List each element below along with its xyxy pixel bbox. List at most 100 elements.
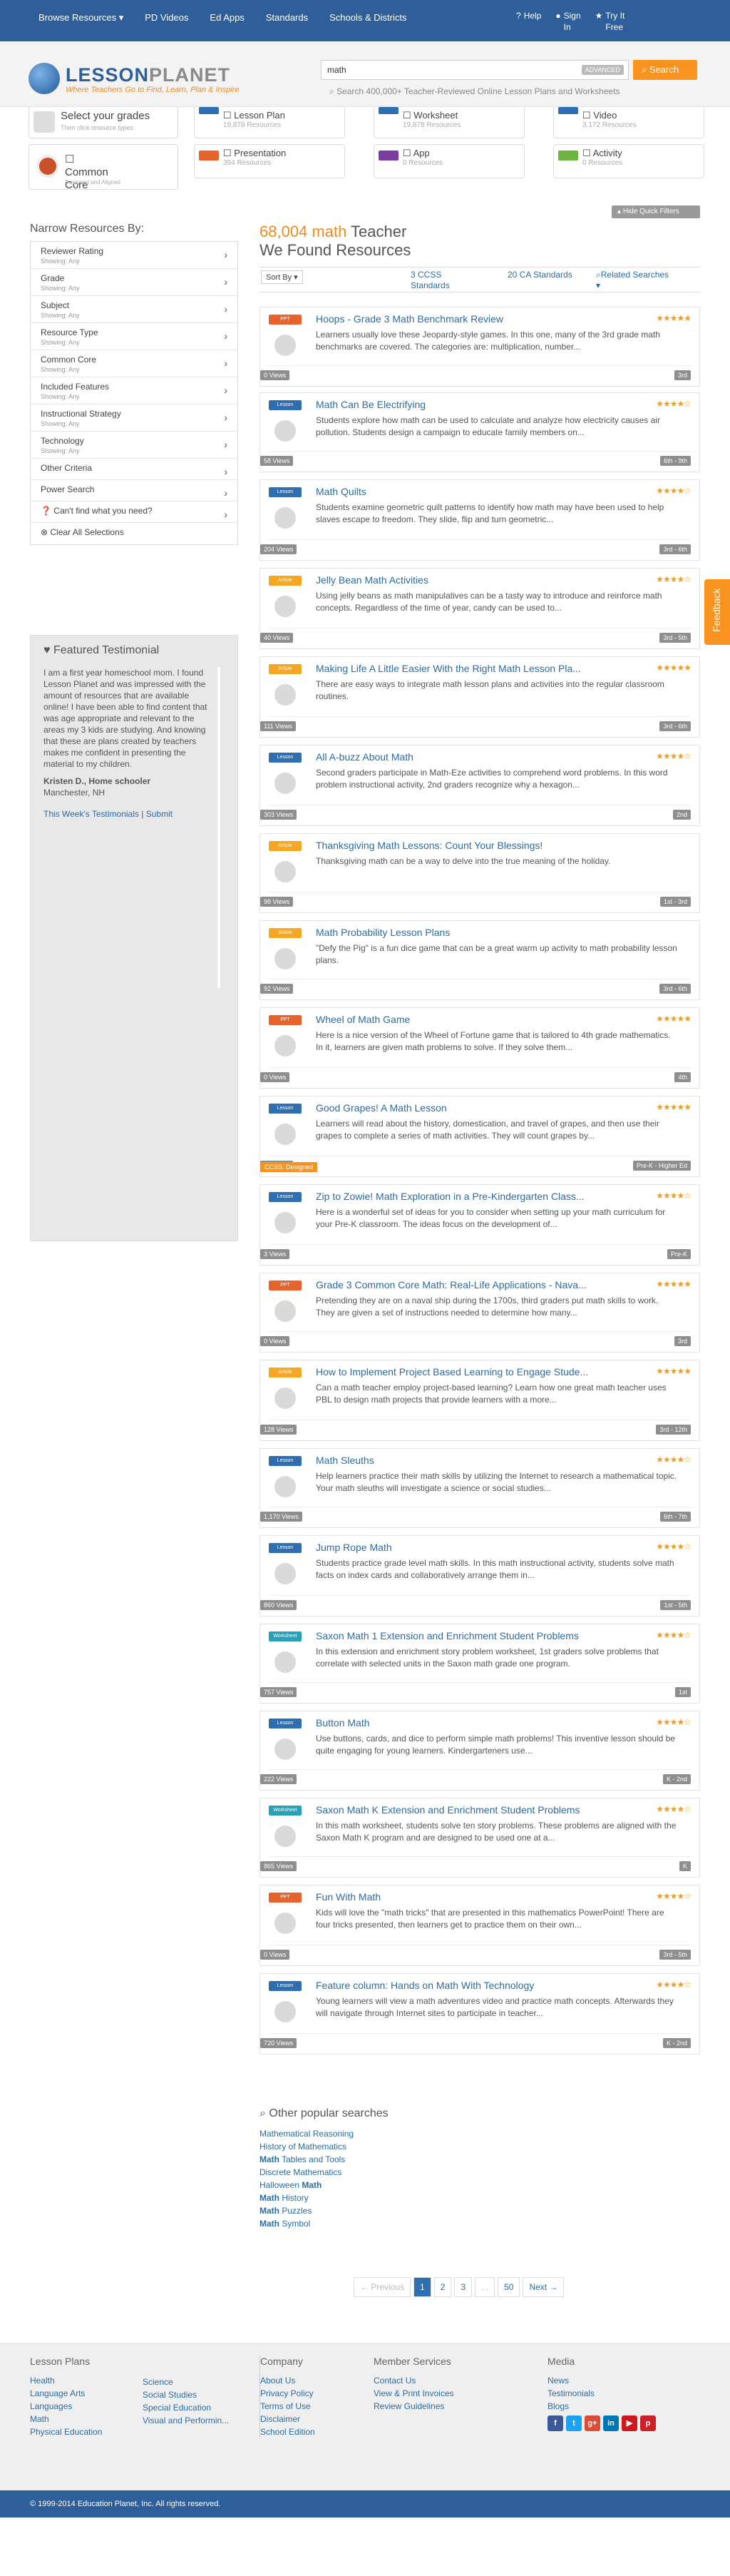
popular-search-link[interactable]: Discrete Mathematics bbox=[259, 2166, 559, 2179]
resource-title-link[interactable]: Good Grapes! A Math Lesson bbox=[316, 1102, 615, 1114]
twitter-icon[interactable]: t bbox=[566, 2415, 582, 2431]
footer-link[interactable]: Terms of Use bbox=[260, 2400, 315, 2413]
resource-card[interactable]: Article Making Life A Little Easier With … bbox=[259, 656, 700, 738]
footer-link[interactable]: About Us bbox=[260, 2374, 315, 2387]
resource-title-link[interactable]: Jelly Bean Math Activities bbox=[316, 574, 615, 586]
filter-activity[interactable]: ☐ Activity 0 Resources bbox=[553, 144, 704, 178]
popular-search-link[interactable]: Math Tables and Tools bbox=[259, 2153, 559, 2166]
resource-card[interactable]: Lesson Jump Rope Math ★★★★☆ Students practi… bbox=[259, 1535, 700, 1617]
footer-link[interactable]: Health bbox=[30, 2374, 102, 2387]
footer-link[interactable]: Visual and Performin... bbox=[143, 2414, 229, 2427]
resource-title-link[interactable]: Making Life A Little Easier With the Rig… bbox=[316, 663, 615, 674]
resource-card[interactable]: PPT Fun With Math ★★★★☆ Kids will love the … bbox=[259, 1885, 700, 1966]
resource-title-link[interactable]: Saxon Math K Extension and Enrichment St… bbox=[316, 1804, 615, 1816]
footer-link[interactable]: Social Studies bbox=[143, 2388, 229, 2401]
popular-search-link[interactable]: Math Symbol bbox=[259, 2217, 559, 2230]
resource-title-link[interactable]: Grade 3 Common Core Math: Real-Life Appl… bbox=[316, 1279, 615, 1290]
footer-link[interactable]: Testimonials bbox=[548, 2387, 656, 2400]
checkbox-icon[interactable]: ☐ bbox=[582, 148, 593, 158]
resource-card[interactable]: Lesson Feature column: Hands on Math With… bbox=[259, 1973, 700, 2055]
resource-card[interactable]: Lesson All A-buzz About Math ★★★★☆ Second g… bbox=[259, 745, 700, 826]
facet-common-core[interactable]: Common Core Showing: Any › bbox=[31, 350, 237, 377]
page-number-button[interactable]: 3 bbox=[454, 2277, 473, 2297]
footer-link[interactable]: Privacy Policy bbox=[260, 2387, 315, 2400]
footer-link[interactable]: Contact Us bbox=[374, 2374, 454, 2387]
resource-title-link[interactable]: Button Math bbox=[316, 1717, 615, 1729]
resource-title-link[interactable]: Hoops - Grade 3 Math Benchmark Review bbox=[316, 313, 615, 325]
filter-lesson-plan[interactable]: ☐ Lesson Plan 19,878 Resources bbox=[194, 107, 345, 138]
previous-page-button[interactable]: ← Previous bbox=[354, 2277, 411, 2297]
resource-card[interactable]: Worksheet Saxon Math K Extension and Enri… bbox=[259, 1798, 700, 1878]
checkbox-icon[interactable]: ☐ bbox=[65, 153, 74, 166]
footer-link[interactable]: Review Guidelines bbox=[374, 2400, 454, 2413]
try-free-link[interactable]: ★ Try It Free bbox=[595, 10, 625, 33]
facet-resource-type[interactable]: Resource Type Showing: Any › bbox=[31, 323, 237, 350]
checkbox-icon[interactable]: ☐ bbox=[223, 110, 234, 121]
facet-instructional-strategy[interactable]: Instructional Strategy Showing: Any › bbox=[31, 404, 237, 432]
resource-title-link[interactable]: Jump Rope Math bbox=[316, 1542, 615, 1553]
resource-card[interactable]: PPT Wheel of Math Game ★★★★★ Here is a nice… bbox=[259, 1007, 700, 1089]
resource-card[interactable]: Article Thanksgiving Math Lessons: Count … bbox=[259, 833, 700, 913]
nav-item[interactable]: PD Videos bbox=[145, 12, 188, 23]
resource-title-link[interactable]: Feature column: Hands on Math With Techn… bbox=[316, 1980, 615, 1991]
resource-title-link[interactable]: All A-buzz About Math bbox=[316, 751, 615, 763]
resource-title-link[interactable]: Math Probability Lesson Plans bbox=[316, 927, 615, 938]
footer-link[interactable]: News bbox=[548, 2374, 656, 2387]
footer-link[interactable]: View & Print Invoices bbox=[374, 2387, 454, 2400]
facebook-icon[interactable]: f bbox=[548, 2415, 563, 2431]
checkbox-icon[interactable]: ☐ bbox=[582, 110, 593, 121]
resource-title-link[interactable]: Fun With Math bbox=[316, 1891, 615, 1903]
resource-title-link[interactable]: Thanksgiving Math Lessons: Count Your Bl… bbox=[316, 840, 615, 851]
popular-search-link[interactable]: Mathematical Reasoning bbox=[259, 2127, 559, 2140]
cant-find-link[interactable]: ❓ Can't find what you need? › bbox=[31, 502, 237, 523]
help-link[interactable]: ? Help bbox=[516, 10, 541, 33]
feedback-tab[interactable]: Feedback bbox=[704, 579, 730, 645]
page-number-button[interactable]: 2 bbox=[433, 2277, 452, 2297]
footer-link[interactable]: Language Arts bbox=[30, 2387, 102, 2400]
resource-card[interactable]: Article Math Probability Lesson Plans "Def… bbox=[259, 920, 700, 1000]
facet-technology[interactable]: Technology Showing: Any › bbox=[31, 432, 237, 459]
nav-item[interactable]: Schools & Districts bbox=[329, 12, 406, 23]
footer-link[interactable]: Science bbox=[143, 2376, 229, 2388]
checkbox-icon[interactable]: ☐ bbox=[403, 148, 413, 158]
clear-selections-link[interactable]: ⊗ Clear All Selections bbox=[31, 523, 237, 544]
checkbox-icon[interactable]: ☐ bbox=[223, 148, 234, 158]
resource-title-link[interactable]: Math Can Be Electrifying bbox=[316, 399, 615, 410]
popular-search-link[interactable]: Math History bbox=[259, 2191, 559, 2204]
linkedin-icon[interactable]: in bbox=[603, 2415, 619, 2431]
checkbox-icon[interactable]: ☐ bbox=[403, 110, 413, 121]
footer-link[interactable]: Special Education bbox=[143, 2401, 229, 2414]
resource-title-link[interactable]: Math Sleuths bbox=[316, 1455, 615, 1466]
nav-item[interactable]: Standards bbox=[266, 12, 308, 23]
popular-search-link[interactable]: Halloween Math bbox=[259, 2179, 559, 2191]
submit-testimonial-link[interactable]: Submit bbox=[146, 809, 173, 819]
resource-title-link[interactable]: Wheel of Math Game bbox=[316, 1014, 615, 1025]
filter-presentation[interactable]: ☐ Presentation 394 Resources bbox=[194, 144, 345, 178]
resource-card[interactable]: Lesson Math Can Be Electrifying ★★★★☆ Stude… bbox=[259, 392, 700, 472]
footer-link[interactable]: Disclaimer bbox=[260, 2413, 315, 2425]
resource-card[interactable]: PPT Grade 3 Common Core Math: Real-Life A… bbox=[259, 1273, 700, 1353]
resource-card[interactable]: Lesson Math Quilts ★★★★☆ Students examine g… bbox=[259, 479, 700, 561]
ca-standards-link[interactable]: 20 CA Standards bbox=[508, 270, 572, 280]
filter-video[interactable]: ☐ Video 3,172 Resources bbox=[553, 107, 704, 138]
resource-title-link[interactable]: Zip to Zowie! Math Exploration in a Pre-… bbox=[316, 1191, 615, 1202]
youtube-icon[interactable]: ▶ bbox=[622, 2415, 637, 2431]
resource-card[interactable]: Worksheet Saxon Math 1 Extension and Enri… bbox=[259, 1624, 700, 1704]
google-plus-icon[interactable]: g+ bbox=[585, 2415, 600, 2431]
sort-dropdown[interactable]: Sort By ▾ bbox=[261, 270, 303, 284]
hide-quick-filters-button[interactable]: ▴ Hide Quick Filters bbox=[612, 205, 700, 218]
resource-title-link[interactable]: Saxon Math 1 Extension and Enrichment St… bbox=[316, 1630, 615, 1641]
footer-link[interactable]: Languages bbox=[30, 2400, 102, 2413]
facet-other-criteria[interactable]: Other Criteria › bbox=[31, 459, 237, 480]
resource-title-link[interactable]: How to Implement Project Based Learning … bbox=[316, 1366, 615, 1378]
facet-grade[interactable]: Grade Showing: Any › bbox=[31, 269, 237, 296]
page-number-button[interactable]: 50 bbox=[498, 2277, 520, 2297]
search-button[interactable]: ⌕ Search bbox=[633, 60, 697, 80]
nav-item[interactable]: Ed Apps bbox=[210, 12, 244, 23]
next-page-button[interactable]: Next → bbox=[523, 2277, 565, 2297]
nav-item[interactable]: Browse Resources ▾ bbox=[38, 12, 123, 24]
resource-title-link[interactable]: Math Quilts bbox=[316, 486, 615, 497]
resource-card[interactable]: Article Jelly Bean Math Activities ★★★★☆ Us… bbox=[259, 568, 700, 649]
footer-link[interactable]: Math bbox=[30, 2413, 102, 2425]
common-core-filter[interactable]: ☐ Common Core Designed and Aligned bbox=[29, 144, 178, 191]
